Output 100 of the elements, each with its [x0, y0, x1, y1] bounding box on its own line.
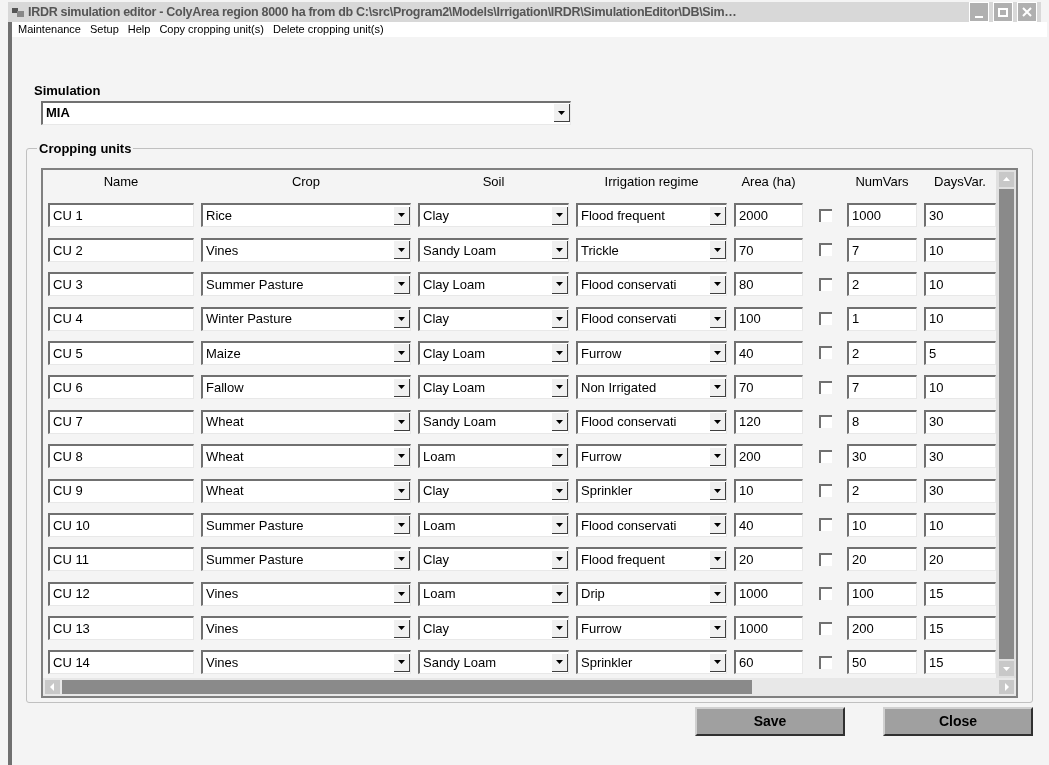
area-field[interactable]: 1000: [734, 616, 803, 641]
area-field[interactable]: 2000: [734, 203, 803, 228]
days-var-field[interactable]: 20: [924, 547, 996, 572]
days-var-field[interactable]: 30: [924, 444, 996, 469]
irrigation-dropdown[interactable]: Flood conservati: [576, 409, 727, 434]
days-var-field[interactable]: 10: [924, 272, 996, 297]
num-vars-field[interactable]: 2: [847, 478, 917, 503]
irrigation-dropdown[interactable]: Flood frequent: [576, 547, 727, 572]
days-var-field[interactable]: 30: [924, 203, 996, 228]
area-field[interactable]: 40: [734, 340, 803, 365]
checkbox[interactable]: [818, 484, 832, 497]
name-field[interactable]: CU 6: [48, 375, 194, 400]
soil-dropdown[interactable]: Clay: [418, 478, 569, 503]
crop-dropdown[interactable]: Wheat: [201, 478, 411, 503]
crop-dropdown[interactable]: Maize: [201, 340, 411, 365]
crop-dropdown[interactable]: Winter Pasture: [201, 306, 411, 331]
soil-dropdown[interactable]: Clay Loam: [418, 272, 569, 297]
checkbox[interactable]: [818, 243, 832, 257]
days-var-field[interactable]: 30: [924, 478, 996, 503]
checkbox[interactable]: [818, 277, 832, 291]
soil-dropdown[interactable]: Clay Loam: [418, 375, 569, 400]
area-field[interactable]: 70: [734, 375, 803, 400]
scroll-thumb[interactable]: [998, 189, 1014, 659]
num-vars-field[interactable]: 30: [847, 444, 917, 469]
dialog-button[interactable]: Close: [883, 707, 1033, 736]
area-field[interactable]: 200: [734, 444, 803, 469]
num-vars-field[interactable]: 50: [847, 650, 917, 675]
irrigation-dropdown[interactable]: Drip: [576, 581, 727, 606]
area-field[interactable]: 100: [734, 306, 803, 331]
days-var-field[interactable]: 10: [924, 306, 996, 331]
name-field[interactable]: CU 3: [48, 272, 194, 297]
checkbox[interactable]: [818, 587, 832, 601]
area-field[interactable]: 40: [734, 512, 803, 537]
area-field[interactable]: 1000: [734, 581, 803, 606]
dialog-button[interactable]: Save: [695, 707, 845, 736]
crop-dropdown[interactable]: Vines: [201, 616, 411, 641]
days-var-field[interactable]: 10: [924, 375, 996, 400]
num-vars-field[interactable]: 2: [847, 272, 917, 297]
name-field[interactable]: CU 4: [48, 306, 194, 331]
num-vars-field[interactable]: 8: [847, 409, 917, 434]
menu-item[interactable]: Help: [127, 21, 151, 38]
menu-item[interactable]: Delete cropping unit(s): [272, 21, 384, 38]
irrigation-dropdown[interactable]: Flood conservati: [576, 272, 727, 297]
area-field[interactable]: 10: [734, 478, 803, 503]
soil-dropdown[interactable]: Sandy Loam: [418, 409, 569, 434]
crop-dropdown[interactable]: Vines: [201, 650, 411, 675]
name-field[interactable]: CU 2: [48, 237, 194, 262]
num-vars-field[interactable]: 200: [847, 616, 917, 641]
area-field[interactable]: 20: [734, 547, 803, 572]
name-field[interactable]: CU 5: [48, 340, 194, 365]
irrigation-dropdown[interactable]: Flood conservati: [576, 512, 727, 537]
checkbox[interactable]: [818, 552, 832, 566]
checkbox[interactable]: [818, 518, 832, 532]
soil-dropdown[interactable]: Loam: [418, 444, 569, 469]
name-field[interactable]: CU 7: [48, 409, 194, 434]
name-field[interactable]: CU 10: [48, 512, 194, 537]
crop-dropdown[interactable]: Summer Pasture: [201, 272, 411, 297]
days-var-field[interactable]: 15: [924, 650, 996, 675]
area-field[interactable]: 120: [734, 409, 803, 434]
simulation-dropdown[interactable]: MIA: [41, 100, 571, 125]
irrigation-dropdown[interactable]: Sprinkler: [576, 478, 727, 503]
name-field[interactable]: CU 1: [48, 203, 194, 228]
days-var-field[interactable]: 30: [924, 409, 996, 434]
checkbox[interactable]: [818, 449, 832, 463]
crop-dropdown[interactable]: Vines: [201, 237, 411, 262]
soil-dropdown[interactable]: Clay: [418, 203, 569, 228]
checkbox[interactable]: [818, 655, 832, 669]
crop-dropdown[interactable]: Vines: [201, 581, 411, 606]
num-vars-field[interactable]: 100: [847, 581, 917, 606]
area-field[interactable]: 60: [734, 650, 803, 675]
irrigation-dropdown[interactable]: Flood conservati: [576, 306, 727, 331]
scroll-thumb[interactable]: [62, 680, 752, 694]
irrigation-dropdown[interactable]: Trickle: [576, 237, 727, 262]
name-field[interactable]: CU 11: [48, 547, 194, 572]
irrigation-dropdown[interactable]: Sprinkler: [576, 650, 727, 675]
checkbox[interactable]: [818, 346, 832, 360]
irrigation-dropdown[interactable]: Furrow: [576, 616, 727, 641]
soil-dropdown[interactable]: Clay Loam: [418, 340, 569, 365]
soil-dropdown[interactable]: Clay: [418, 306, 569, 331]
name-field[interactable]: CU 13: [48, 616, 194, 641]
name-field[interactable]: CU 9: [48, 478, 194, 503]
num-vars-field[interactable]: 1000: [847, 203, 917, 228]
soil-dropdown[interactable]: Sandy Loam: [418, 650, 569, 675]
soil-dropdown[interactable]: Clay: [418, 616, 569, 641]
soil-dropdown[interactable]: Loam: [418, 581, 569, 606]
name-field[interactable]: CU 8: [48, 444, 194, 469]
crop-dropdown[interactable]: Summer Pasture: [201, 547, 411, 572]
area-field[interactable]: 70: [734, 237, 803, 262]
num-vars-field[interactable]: 7: [847, 375, 917, 400]
checkbox[interactable]: [818, 380, 832, 394]
irrigation-dropdown[interactable]: Flood frequent: [576, 203, 727, 228]
irrigation-dropdown[interactable]: Furrow: [576, 340, 727, 365]
days-var-field[interactable]: 10: [924, 512, 996, 537]
checkbox[interactable]: [818, 208, 832, 222]
irrigation-dropdown[interactable]: Furrow: [576, 444, 727, 469]
menu-item[interactable]: Copy cropping unit(s): [159, 21, 264, 38]
menu-item[interactable]: Maintenance: [18, 21, 81, 38]
name-field[interactable]: CU 14: [48, 650, 194, 675]
area-field[interactable]: 80: [734, 272, 803, 297]
days-var-field[interactable]: 10: [924, 237, 996, 262]
